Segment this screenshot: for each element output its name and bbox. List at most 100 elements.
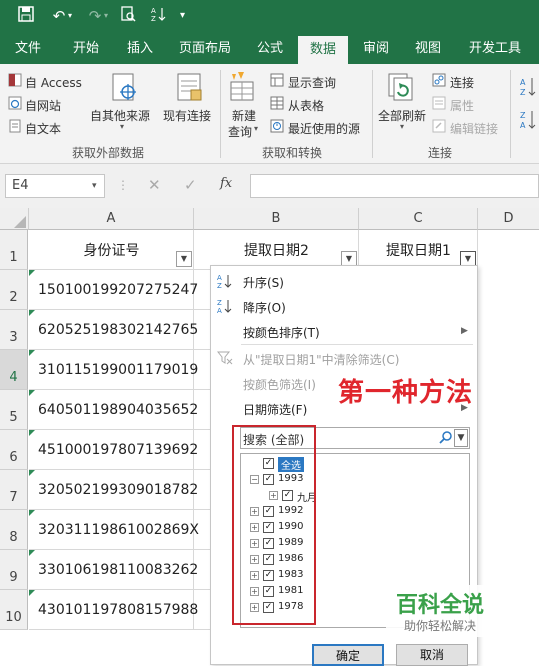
error-indicator-icon bbox=[29, 310, 35, 316]
row-header[interactable]: 2 bbox=[0, 270, 28, 310]
id-number-cell[interactable]: 32031119861002869X bbox=[29, 510, 199, 550]
cancel-button[interactable]: 取消 bbox=[396, 644, 468, 666]
submenu-arrow-icon: ▶ bbox=[461, 326, 468, 336]
ok-button[interactable]: 确定 bbox=[312, 644, 384, 666]
clear-filter-item[interactable]: 从"提取日期1"中清除筛选(C) bbox=[243, 351, 399, 368]
new-query-dropdown-icon[interactable]: ▾ bbox=[254, 124, 258, 133]
tab-insert[interactable]: 插入 bbox=[116, 34, 164, 64]
save-icon[interactable] bbox=[18, 6, 34, 27]
filter-by-color-item[interactable]: 按颜色筛选(I) bbox=[243, 376, 316, 393]
tab-developer[interactable]: 开发工具 bbox=[460, 34, 530, 64]
id-number-text: 430101197808157988 bbox=[38, 602, 199, 618]
customize-qat-icon[interactable]: ▾ bbox=[180, 6, 185, 26]
row-header[interactable]: 5 bbox=[0, 390, 28, 430]
date-filters-item[interactable]: 日期筛选(F) bbox=[243, 401, 307, 418]
undo-icon[interactable]: ↶ bbox=[50, 6, 68, 26]
row-header[interactable]: 4 bbox=[0, 350, 28, 390]
group-separator bbox=[372, 70, 373, 158]
header-id-number[interactable]: 身份证号 bbox=[29, 240, 194, 260]
redo-icon[interactable]: ↷ bbox=[86, 6, 104, 26]
sort-az-icon[interactable]: AZ bbox=[150, 6, 166, 29]
web-icon bbox=[8, 96, 22, 113]
annotation-text: 第一种方法 bbox=[338, 378, 474, 408]
cancel-icon[interactable]: ✕ bbox=[148, 176, 161, 194]
sort-za-ribbon-icon[interactable]: ZA bbox=[520, 109, 536, 134]
connections-icon bbox=[432, 73, 446, 90]
sort-descending-item[interactable]: 降序(O) bbox=[243, 299, 286, 316]
select-all-corner[interactable] bbox=[0, 208, 29, 230]
row-header[interactable]: 8 bbox=[0, 510, 28, 550]
svg-text:Z: Z bbox=[520, 111, 526, 120]
column-header-d[interactable]: D bbox=[478, 208, 539, 230]
tab-home[interactable]: 开始 bbox=[62, 34, 110, 64]
insert-function-icon[interactable]: fx bbox=[220, 176, 232, 191]
from-web-button[interactable]: 自网站 bbox=[25, 97, 61, 114]
header-extract-date-2[interactable]: 提取日期2 bbox=[194, 240, 359, 260]
tab-file[interactable]: 文件 bbox=[4, 34, 52, 64]
id-number-cell[interactable]: 451000197807139692 bbox=[29, 430, 198, 470]
group-label-get-external-data: 获取外部数据 bbox=[72, 146, 145, 160]
print-preview-icon[interactable] bbox=[120, 6, 136, 27]
edit-links-icon bbox=[432, 119, 446, 136]
recent-sources-icon bbox=[270, 119, 284, 136]
id-number-cell[interactable]: 330106198110083262 bbox=[29, 550, 198, 590]
row-header[interactable]: 1 bbox=[0, 230, 28, 270]
filter-button-a[interactable]: ▼ bbox=[176, 251, 192, 267]
tab-page-layout[interactable]: 页面布局 bbox=[170, 34, 240, 64]
id-number-cell[interactable]: 620525198302142765 bbox=[29, 310, 198, 350]
row-header[interactable]: 10 bbox=[0, 590, 28, 630]
id-number-cell[interactable]: 150100199207275247 bbox=[29, 270, 198, 310]
redo-dropdown-icon[interactable]: ▾ bbox=[104, 6, 108, 26]
properties-button[interactable]: 属性 bbox=[450, 97, 474, 114]
edit-links-button[interactable]: 编辑链接 bbox=[450, 120, 498, 137]
recent-sources-button[interactable]: 最近使用的源 bbox=[288, 120, 360, 137]
id-number-cell[interactable]: 320502199309018782 bbox=[29, 470, 198, 510]
column-header-c[interactable]: C bbox=[359, 208, 478, 230]
row-header[interactable]: 6 bbox=[0, 430, 28, 470]
name-box-dropdown-icon[interactable]: ▾ bbox=[92, 175, 97, 197]
new-query-button[interactable]: 新建 bbox=[232, 107, 256, 124]
from-table-button[interactable]: 从表格 bbox=[288, 97, 324, 114]
from-access-button[interactable]: 自 Access bbox=[25, 74, 82, 91]
column-header-a[interactable]: A bbox=[29, 208, 194, 230]
sort-ascending-item[interactable]: 升序(S) bbox=[243, 274, 284, 291]
column-header-b[interactable]: B bbox=[194, 208, 359, 230]
show-queries-icon bbox=[270, 73, 284, 90]
id-number-cell[interactable]: 310115199001179019 bbox=[29, 350, 198, 390]
id-number-text: 620525198302142765 bbox=[38, 322, 199, 338]
watermark: 百科全说 助你轻松解决 bbox=[386, 585, 506, 637]
tab-data[interactable]: 数据 bbox=[298, 36, 348, 64]
ribbon-tabs: 文件 开始 插入 页面布局 公式 数据 审阅 视图 开发工具 bbox=[0, 34, 539, 64]
formula-bar-grip-icon: ⋮ bbox=[117, 178, 129, 192]
tab-view[interactable]: 视图 bbox=[404, 34, 452, 64]
svg-text:Z: Z bbox=[217, 299, 222, 307]
row-header[interactable]: 7 bbox=[0, 470, 28, 510]
error-indicator-icon bbox=[29, 510, 35, 516]
enter-icon[interactable]: ✓ bbox=[184, 176, 197, 194]
sort-az-ribbon-icon[interactable]: AZ bbox=[520, 76, 536, 101]
from-table-icon bbox=[270, 96, 284, 113]
from-text-button[interactable]: 自文本 bbox=[25, 120, 61, 137]
tab-review[interactable]: 审阅 bbox=[352, 34, 400, 64]
refresh-all-dropdown-icon[interactable]: ▾ bbox=[400, 122, 404, 131]
new-query-button-line2[interactable]: 查询 bbox=[228, 123, 252, 140]
other-sources-dropdown-icon[interactable]: ▾ bbox=[120, 122, 124, 131]
undo-dropdown-icon[interactable]: ▾ bbox=[68, 6, 72, 26]
watermark-title: 百科全说 bbox=[396, 593, 485, 618]
sort-by-color-item[interactable]: 按颜色排序(T) bbox=[243, 324, 320, 341]
connections-button[interactable]: 连接 bbox=[450, 74, 474, 91]
show-queries-button[interactable]: 显示查询 bbox=[288, 74, 336, 91]
error-indicator-icon bbox=[29, 590, 35, 596]
row-header[interactable]: 3 bbox=[0, 310, 28, 350]
group-label-get-transform: 获取和转换 bbox=[262, 146, 323, 160]
name-box[interactable]: E4 ▾ bbox=[5, 174, 105, 198]
search-dropdown-icon[interactable]: ▼ bbox=[454, 429, 468, 447]
clear-filter-icon bbox=[216, 350, 233, 369]
id-number-text: 451000197807139692 bbox=[38, 442, 199, 458]
existing-connections-button[interactable]: 现有连接 bbox=[163, 107, 211, 124]
tab-formulas[interactable]: 公式 bbox=[246, 34, 294, 64]
formula-input[interactable] bbox=[250, 174, 539, 198]
id-number-cell[interactable]: 640501198904035652 bbox=[29, 390, 198, 430]
row-header[interactable]: 9 bbox=[0, 550, 28, 590]
id-number-cell[interactable]: 430101197808157988 bbox=[29, 590, 198, 630]
